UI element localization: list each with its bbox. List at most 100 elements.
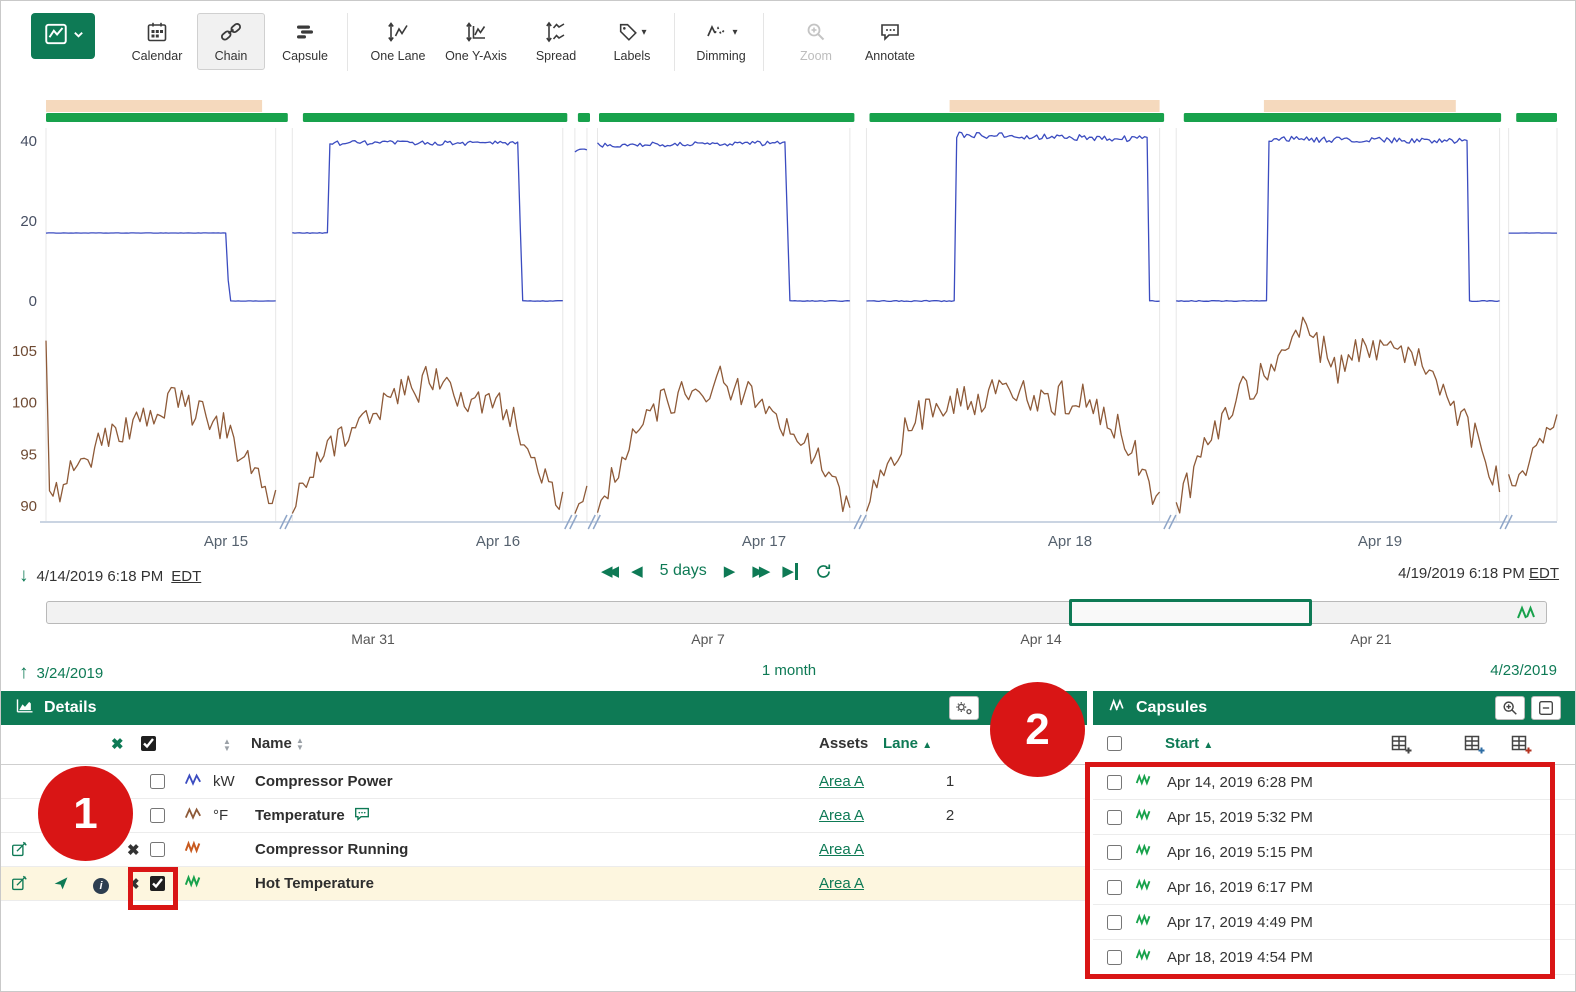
svg-text:20: 20 [20, 213, 37, 230]
row-checkbox[interactable] [141, 808, 173, 823]
timeline-scrubber[interactable] [46, 601, 1547, 624]
capsules-zoom-button[interactable] [1495, 696, 1525, 720]
timezone-link[interactable]: EDT [1529, 565, 1559, 582]
chain-link-icon [219, 18, 243, 46]
item-name[interactable]: Temperature [255, 807, 345, 824]
capsules-panel-header: Capsules [1093, 691, 1576, 725]
edit-icon[interactable] [11, 875, 28, 896]
svg-text:Apr 15: Apr 15 [204, 533, 248, 550]
svg-text:Apr 17: Apr 17 [742, 533, 786, 550]
spread-icon [543, 18, 569, 46]
capsule-wave-icon [1107, 696, 1127, 721]
trend-chart[interactable]: 402001051009590Apr 15Apr 16Apr 17Apr 18A… [1, 96, 1576, 564]
item-name[interactable]: Hot Temperature [255, 875, 374, 892]
table-row[interactable]: °F Temperature Area A 2 [1, 799, 1087, 833]
timeline-label: Apr 7 [691, 631, 724, 647]
add-column-blue-icon[interactable] [1463, 733, 1485, 759]
svg-text:Apr 18: Apr 18 [1048, 533, 1092, 550]
svg-text:Apr 16: Apr 16 [476, 533, 520, 550]
annotation-bubble-icon[interactable] [353, 805, 371, 827]
toolbar-button-annotate[interactable]: Annotate [856, 13, 924, 70]
toolbar-button-dimming[interactable]: ▾ Dimming [687, 13, 755, 70]
toolbar-button-labels[interactable]: ▾ Labels [598, 13, 666, 70]
column-header-start[interactable]: Start ▲ [1165, 735, 1213, 752]
toolbar-separator [763, 13, 764, 71]
step-forward-full-button[interactable]: ▶▶ [752, 562, 765, 580]
speech-bubble-icon [878, 18, 902, 46]
table-row[interactable]: kW Compressor Power Area A 1 [1, 765, 1087, 799]
area-chart-icon [15, 696, 35, 721]
remove-all-icon[interactable]: ✖ [111, 735, 124, 753]
asset-link[interactable]: Area A [819, 875, 864, 892]
sort-icon[interactable]: ▲▼ [223, 738, 231, 752]
step-to-end-button[interactable]: ▶ [782, 562, 798, 580]
timeline-label: Apr 21 [1350, 631, 1391, 647]
remove-icon[interactable]: ✖ [127, 841, 140, 859]
column-header-name[interactable]: Name ▲▼ [251, 735, 304, 752]
select-all-checkbox[interactable] [141, 736, 156, 751]
asset-link[interactable]: Area A [819, 841, 864, 858]
capsules-select-all-checkbox[interactable] [1107, 736, 1122, 751]
asset-link[interactable]: Area A [819, 773, 864, 790]
lane-value: 2 [919, 807, 981, 824]
unit-label: kW [213, 773, 255, 790]
seeq-workbench: Calendar Chain Capsule One Lane On [0, 0, 1576, 992]
display-range-start[interactable]: ↓ 4/14/2019 6:18 PM EDT [19, 565, 201, 587]
add-column-icon[interactable] [1390, 733, 1412, 759]
item-name[interactable]: Compressor Running [255, 841, 408, 858]
trend-navigation: ◀◀ ◀ 5 days ▶ ▶▶ ▶ [601, 562, 832, 580]
capsules-table-header: Start ▲ [1093, 725, 1576, 765]
toolbar-button-capsule[interactable]: Capsule [271, 13, 339, 70]
column-header-assets[interactable]: Assets [819, 735, 868, 752]
refresh-icon[interactable] [815, 563, 832, 580]
toolbar-button-one-y-axis[interactable]: One Y-Axis [442, 13, 510, 70]
capsules-panel-title: Capsules [1136, 699, 1207, 717]
end-datetime[interactable]: 4/19/2019 6:18 PM [1398, 565, 1525, 582]
timezone-link[interactable]: EDT [171, 568, 201, 585]
duration-label[interactable]: 5 days [660, 562, 707, 580]
toolbar-button-chain[interactable]: Chain [197, 13, 265, 70]
arrow-down-icon: ↓ [19, 565, 29, 587]
start-datetime[interactable]: 4/14/2019 6:18 PM [37, 568, 164, 585]
timeline-label: Apr 14 [1020, 631, 1061, 647]
sort-icon[interactable]: ▲▼ [296, 737, 304, 751]
capsules-collapse-button[interactable] [1531, 696, 1561, 720]
chevron-down-icon [73, 27, 84, 45]
lane-value: 1 [919, 773, 981, 790]
capsule-icon [1516, 604, 1538, 627]
display-range-end[interactable]: 4/19/2019 6:18 PM EDT [1398, 565, 1559, 582]
toolbar-button-spread[interactable]: Spread [522, 13, 590, 70]
caret-down-icon: ▾ [732, 27, 737, 38]
annotation-badge-1: 1 [38, 766, 133, 861]
toolbar-button-calendar[interactable]: Calendar [123, 13, 191, 70]
svg-text:105: 105 [12, 343, 37, 360]
toolbar-button-zoom: Zoom [782, 13, 850, 70]
toolbar-button-one-lane[interactable]: One Lane [364, 13, 432, 70]
details-panel-header: Details [1, 691, 1087, 725]
investigate-range-end[interactable]: 4/23/2019 [1490, 662, 1557, 679]
condition-icon [173, 873, 213, 895]
tag-icon: ▾ [617, 18, 646, 46]
item-name[interactable]: Compressor Power [255, 773, 393, 790]
row-checkbox[interactable] [141, 774, 173, 789]
signal-icon [173, 771, 213, 793]
dimming-icon: ▾ [704, 18, 737, 46]
send-icon[interactable] [53, 875, 69, 895]
step-forward-half-button[interactable]: ▶ [724, 562, 736, 580]
step-back-full-button[interactable]: ◀◀ [601, 562, 614, 580]
step-back-half-button[interactable]: ◀ [631, 562, 643, 580]
investigate-range-duration[interactable]: 1 month [1, 662, 1576, 679]
table-row[interactable]: ✖ Compressor Running Area A [1, 833, 1087, 867]
edit-icon[interactable] [11, 841, 28, 862]
row-checkbox[interactable] [141, 842, 173, 857]
details-gear-button[interactable] [949, 696, 979, 720]
column-header-lane[interactable]: Lane ▲ [883, 735, 932, 752]
info-icon[interactable]: i [93, 876, 109, 894]
asset-link[interactable]: Area A [819, 807, 864, 824]
annotation-capsules-highlight [1085, 762, 1555, 979]
add-column-red-icon[interactable] [1510, 733, 1532, 759]
sort-asc-icon: ▲ [922, 740, 932, 751]
timeline-selection-region[interactable] [1069, 599, 1312, 626]
trend-view-dropdown-button[interactable] [31, 13, 95, 59]
svg-text:95: 95 [20, 446, 37, 463]
